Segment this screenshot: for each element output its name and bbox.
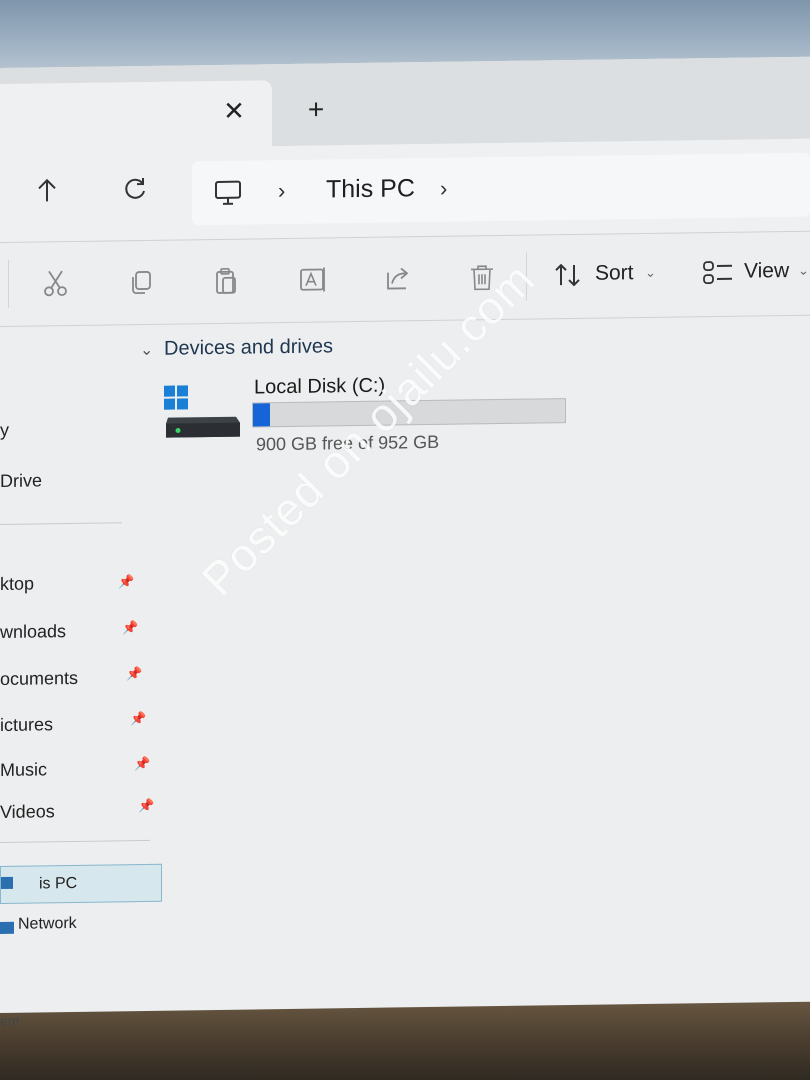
chevron-down-icon[interactable]: ⌄ — [140, 340, 153, 360]
separator — [0, 522, 122, 525]
up-arrow-icon[interactable] — [30, 177, 64, 211]
content-pane: ⌄ Devices and drives Local Disk (C:) 900… — [132, 329, 810, 998]
navigation-bar: › This PC › — [0, 138, 810, 242]
view-button[interactable]: View — [744, 259, 789, 284]
breadcrumb-chevron[interactable]: › — [278, 178, 285, 204]
refresh-icon[interactable] — [118, 176, 152, 210]
sidebar-item-onedrive[interactable]: Drive — [0, 470, 42, 492]
separator — [0, 839, 150, 843]
sidebar-item-network[interactable]: Network — [18, 915, 77, 934]
sidebar-item-music[interactable]: Music — [0, 759, 47, 781]
sidebar-item-videos[interactable]: Videos — [0, 801, 55, 823]
cut-icon[interactable] — [40, 267, 72, 299]
copy-icon[interactable] — [126, 266, 158, 298]
new-tab-button[interactable]: + — [300, 93, 332, 125]
file-explorer-window: ✕ + › This PC › Sort ⌄ View ⌄ y Drive kt… — [0, 56, 810, 1029]
tab-bar: ✕ + — [0, 56, 810, 151]
sidebar-item-desktop[interactable]: ktop — [0, 574, 34, 595]
separator — [8, 259, 9, 308]
sidebar-item-downloads[interactable]: wnloads — [0, 621, 66, 643]
chevron-down-icon[interactable]: ⌄ — [798, 263, 809, 279]
sidebar-item-label: is PC — [39, 874, 78, 893]
breadcrumb-chevron-end[interactable]: › — [440, 176, 447, 202]
computer-monitor-icon — [214, 179, 242, 207]
paste-icon[interactable] — [212, 265, 244, 297]
sort-icon[interactable] — [553, 260, 585, 292]
computer-icon — [1, 876, 13, 889]
breadcrumb-this-pc[interactable]: This PC — [326, 174, 415, 204]
drive-usage-fill — [253, 403, 271, 427]
sidebar-item-gallery[interactable]: y — [0, 420, 9, 441]
sort-button[interactable]: Sort — [595, 261, 634, 286]
sidebar-item-documents[interactable]: ocuments — [0, 668, 78, 690]
view-icon[interactable] — [702, 258, 734, 290]
close-tab-icon[interactable]: ✕ — [218, 95, 250, 127]
sidebar-item-pictures[interactable]: ictures — [0, 714, 53, 736]
chevron-down-icon[interactable]: ⌄ — [645, 265, 656, 281]
address-bar[interactable]: › This PC › — [192, 152, 810, 226]
rename-icon[interactable] — [298, 263, 330, 295]
group-header-devices[interactable]: Devices and drives — [164, 335, 333, 360]
network-icon — [0, 921, 14, 934]
hard-drive-icon — [162, 383, 244, 444]
share-icon[interactable] — [382, 262, 414, 294]
command-bar: Sort ⌄ View ⌄ — [0, 232, 810, 326]
status-bar-text: em — [0, 1012, 20, 1029]
